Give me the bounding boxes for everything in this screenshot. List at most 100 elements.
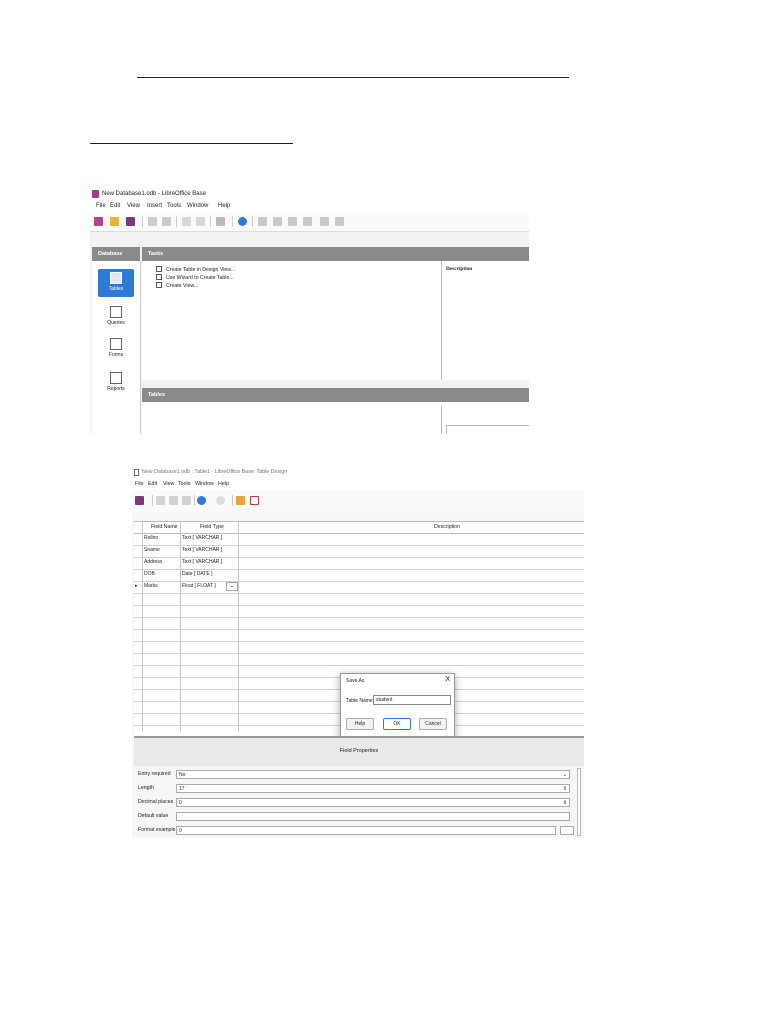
menu2-help[interactable]: Help [218,481,229,487]
properties-icon[interactable] [335,217,344,226]
paste-icon[interactable] [162,217,171,226]
field-type-dropdown[interactable]: ⌄ [226,582,238,591]
entry-required-select[interactable]: No ⌄ [176,770,570,779]
description-label: Description [446,266,473,272]
wizard-icon [156,274,162,280]
format-example-field: 0 [176,826,556,835]
table-design-screenshot: New Database1.odb : Table1 - LibreOffice… [132,466,584,838]
table-row[interactable]: Rollno Text [ VARCHAR ] [134,533,584,546]
menu2-edit[interactable]: Edit [148,481,157,487]
design-window-title: New Database1.odb : Table1 - LibreOffice… [142,469,288,475]
help-button[interactable]: Help [346,718,374,730]
menu-file[interactable]: File [96,203,106,209]
field-properties-panel: Entry required No ⌄ Length 17 ⇕ Decimal pl… [134,766,584,838]
cut-icon[interactable] [156,496,165,505]
tables-icon [110,272,122,284]
table-row[interactable] [134,593,584,606]
menu2-tools[interactable]: Tools [178,481,190,487]
table-row[interactable]: Address Text [ VARCHAR ] [134,557,584,570]
col-field-type: Field Type [200,524,224,530]
task-wizard[interactable]: Use Wizard to Create Table... [156,274,234,281]
menu-window[interactable]: Window [187,203,208,209]
dialog-close-icon[interactable]: X [445,676,450,683]
default-value-input[interactable] [176,812,570,821]
col-description: Description [434,524,460,530]
redo-icon[interactable] [216,496,225,505]
prop-label: Decimal places [138,799,174,805]
table-row[interactable] [134,629,584,642]
top-rule [137,77,569,78]
table-row[interactable] [134,641,584,654]
open-folder-icon[interactable] [110,217,119,226]
heading-underline [90,143,293,144]
table-name-input[interactable]: student [373,695,451,705]
properties-scrollbar[interactable] [577,768,581,836]
base-toolbar [90,213,529,232]
decimal-places-spinner[interactable]: 0 ⇕ [176,798,570,807]
save-icon[interactable] [126,217,135,226]
current-row-arrow-icon: ▸ [135,583,138,589]
menu2-window[interactable]: Window [195,481,214,487]
table-icon[interactable] [258,217,267,226]
primary-key-icon[interactable] [236,496,245,505]
save2-icon[interactable] [135,496,144,505]
table-row[interactable] [134,653,584,666]
menu-tools[interactable]: Tools [167,203,181,209]
form-view-icon[interactable] [288,217,297,226]
spinner-icon: ⇕ [562,800,567,806]
create-view-icon [156,282,162,288]
queries-icon [110,306,122,318]
nav-queries[interactable]: Queries [98,303,134,329]
length-spinner[interactable]: 17 ⇕ [176,784,570,793]
spinner-icon: ⇕ [562,786,567,792]
nav-reports[interactable]: Reports [98,369,134,395]
help-icon[interactable] [238,217,247,226]
design-titlebar: New Database1.odb : Table1 - LibreOffice… [132,466,584,479]
table-row[interactable]: DOB Date [ DATE ] [134,569,584,582]
table-row[interactable]: ▸ Marks Float [ FLOAT ] ⌄ [134,581,584,594]
tables-panel [142,402,529,434]
query-icon[interactable] [273,217,282,226]
database-pane-header: Database [92,247,140,261]
save-as-dialog: Save As X Table Name: student Help OK Ca… [340,673,455,739]
nav-tables[interactable]: Tables [98,269,134,297]
task-design-view[interactable]: Create Table in Design View... [156,266,235,273]
table-row[interactable] [134,617,584,630]
ok-button[interactable]: OK [383,718,411,730]
copy-icon[interactable] [148,217,157,226]
design-menubar: File Edit View Tools Window Help [132,479,584,490]
sort-desc-icon[interactable] [196,217,205,226]
tasks-panel: Create Table in Design View... Use Wizar… [142,261,529,380]
menu-edit[interactable]: Edit [110,203,120,209]
cancel-button[interactable]: Cancel [419,718,447,730]
document-icon [134,469,139,476]
undo-icon[interactable] [197,496,206,505]
sort-asc-icon[interactable] [182,217,191,226]
copy2-icon[interactable] [169,496,178,505]
paste2-icon[interactable] [182,496,191,505]
menu-view[interactable]: View [127,203,140,209]
table-row[interactable] [134,605,584,618]
new-doc-icon[interactable] [94,217,103,226]
libreoffice-base-icon [92,190,99,198]
form-icon[interactable] [216,217,225,226]
table-name-label: Table Name: [346,698,375,704]
nav-forms[interactable]: Forms [98,335,134,361]
prop-label: Default value [138,813,169,819]
base-titlebar: New Database1.odb - LibreOffice Base [90,187,529,201]
menu-help[interactable]: Help [218,203,230,209]
index-design-icon[interactable] [250,496,259,505]
prop-label: Entry required [138,771,171,777]
menu-insert[interactable]: Insert [147,203,162,209]
tasks-pane-header: Tasks [142,247,529,261]
tables-divider [441,406,442,434]
tables-pane-header: Tables [142,388,529,402]
table-row[interactable]: Sname Text [ VARCHAR ] [134,545,584,558]
base-window-title: New Database1.odb - LibreOffice Base [102,191,206,197]
format-button[interactable] [560,826,574,835]
sidebar-icon[interactable] [320,217,329,226]
report-icon[interactable] [303,217,312,226]
menu2-file[interactable]: File [135,481,144,487]
menu2-view[interactable]: View [163,481,174,487]
task-create-view[interactable]: Create View... [156,282,198,289]
